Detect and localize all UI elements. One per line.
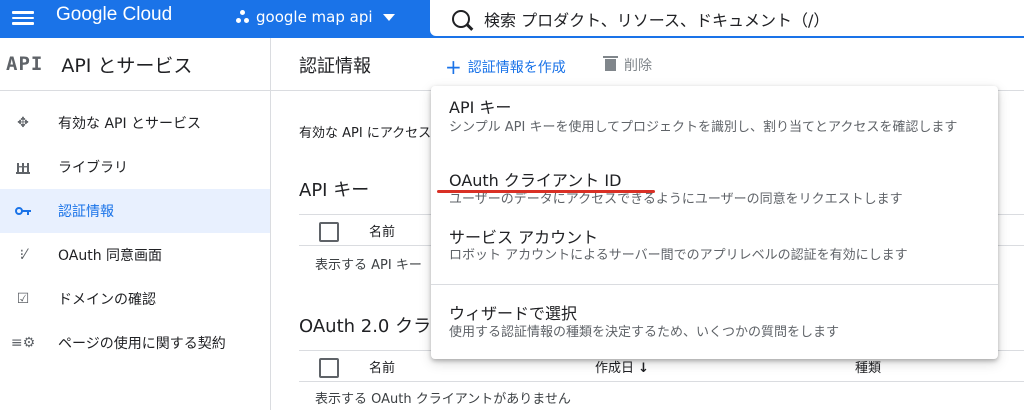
column-created[interactable]: 作成日 ↓ <box>595 357 649 376</box>
search-icon <box>452 10 470 28</box>
menu-item-api-key[interactable]: API キー シンプル API キーを使用してプロジェクトを識別し、割り当てとア… <box>431 86 998 164</box>
sidebar-item-label: ライブラリ <box>58 160 128 176</box>
sidebar-item-domain-verification[interactable]: ☑ ドメインの確認 <box>0 277 270 321</box>
menu-item-description: 使用する認証情報の種類を決定するため、いくつかの質問をします <box>449 325 840 340</box>
sidebar-item-library[interactable]: ꟷ ライブラリ <box>0 145 270 189</box>
menu-icon[interactable] <box>12 8 34 30</box>
create-credentials-button[interactable]: + 認証情報を作成 <box>445 55 566 79</box>
sidebar-item-label: 有効な API とサービス <box>58 116 202 132</box>
sidebar-item-label: ページの使用に関する契約 <box>58 336 226 352</box>
plus-icon: + <box>445 55 462 79</box>
top-app-bar: Google Cloud google map api 検索 プロダクト、リソー… <box>0 0 1024 38</box>
sidebar-item-page-usage[interactable]: ≡⚙ ページの使用に関する契約 <box>0 321 270 365</box>
create-credentials-label: 認証情報を作成 <box>467 60 566 76</box>
api-keys-heading: API キー <box>299 180 370 201</box>
oauth-clients-heading: OAuth 2.0 クラ <box>299 316 432 337</box>
sidebar-item-enabled-apis[interactable]: ✥ 有効な API とサービス <box>0 101 270 145</box>
settings-list-icon: ≡⚙ <box>10 335 36 351</box>
sidebar-item-label: 認証情報 <box>58 204 114 220</box>
column-name[interactable]: 名前 <box>369 357 395 376</box>
project-selector[interactable]: google map api <box>236 8 395 26</box>
menu-item-title: サービス アカウント <box>449 228 599 247</box>
trash-icon <box>603 56 618 71</box>
column-created-label: 作成日 <box>595 361 635 376</box>
select-all-checkbox[interactable] <box>319 222 339 242</box>
page-title: 認証情報 <box>299 56 371 77</box>
menu-item-title: ウィザードで選択 <box>449 304 578 323</box>
menu-item-description: ロボット アカウントによるサーバー間でのアプリレベルの認証を有効にします <box>449 248 908 263</box>
menu-item-title: OAuth クライアント ID <box>449 171 622 190</box>
select-all-checkbox[interactable] <box>319 358 339 378</box>
sidebar-header: API API とサービス <box>0 38 270 91</box>
library-icon: ꟷ <box>14 158 32 176</box>
api-logo: API <box>6 53 44 75</box>
consent-icon: ⁝⁄ <box>19 247 27 263</box>
api-keys-empty-message: 表示する API キー <box>315 258 422 273</box>
search-placeholder: 検索 プロダクト、リソース、ドキュメント（/） <box>484 11 830 30</box>
column-type[interactable]: 種類 <box>855 357 881 376</box>
menu-item-oauth-client-id[interactable]: OAuth クライアント ID ユーザーのデータにアクセスできるようにユーザーの… <box>431 164 998 222</box>
chevron-down-icon <box>382 13 395 21</box>
arrow-down-icon: ↓ <box>638 361 650 376</box>
project-name: google map api <box>256 8 373 26</box>
menu-item-service-account[interactable]: サービス アカウント ロボット アカウントによるサーバー間でのアプリレベルの認証… <box>431 222 998 282</box>
page-header: 認証情報 + 認証情報を作成 削除 <box>271 38 1024 91</box>
sidebar-item-oauth-consent[interactable]: ⁝⁄ OAuth 同意画面 <box>0 233 270 277</box>
project-icon <box>236 10 250 24</box>
sidebar: API API とサービス ✥ 有効な API とサービス ꟷ ライブラリ 認証… <box>0 38 271 410</box>
menu-item-wizard[interactable]: ウィザードで選択 使用する認証情報の種類を決定するため、いくつかの質問をします <box>431 286 998 352</box>
delete-label: 削除 <box>624 58 652 74</box>
sidebar-item-label: ドメインの確認 <box>58 292 156 308</box>
column-name[interactable]: 名前 <box>369 221 395 240</box>
oauth-empty-message: 表示する OAuth クライアントがありません <box>315 392 571 407</box>
menu-item-title: API キー <box>449 98 512 117</box>
create-credentials-menu: API キー シンプル API キーを使用してプロジェクトを識別し、割り当てとア… <box>431 86 998 359</box>
delete-button[interactable]: 削除 <box>603 55 652 75</box>
highlight-underline <box>437 190 655 193</box>
search-bar[interactable]: 検索 プロダクト、リソース、ドキュメント（/） <box>430 0 1024 36</box>
page-description: 有効な API にアクセス <box>299 126 432 141</box>
menu-item-description: シンプル API キーを使用してプロジェクトを識別し、割り当てとアクセスを確認し… <box>449 120 958 135</box>
menu-divider <box>431 284 998 285</box>
sidebar-item-label: OAuth 同意画面 <box>58 248 163 264</box>
sidebar-title: API とサービス <box>61 54 193 77</box>
sidebar-item-credentials[interactable]: 認証情報 <box>0 189 270 233</box>
key-icon <box>14 202 32 220</box>
enabled-apis-icon: ✥ <box>17 115 29 131</box>
menu-item-description: ユーザーのデータにアクセスできるようにユーザーの同意をリクエストします <box>449 192 903 207</box>
google-cloud-logo[interactable]: Google Cloud <box>56 4 172 26</box>
domain-check-icon: ☑ <box>16 291 30 307</box>
